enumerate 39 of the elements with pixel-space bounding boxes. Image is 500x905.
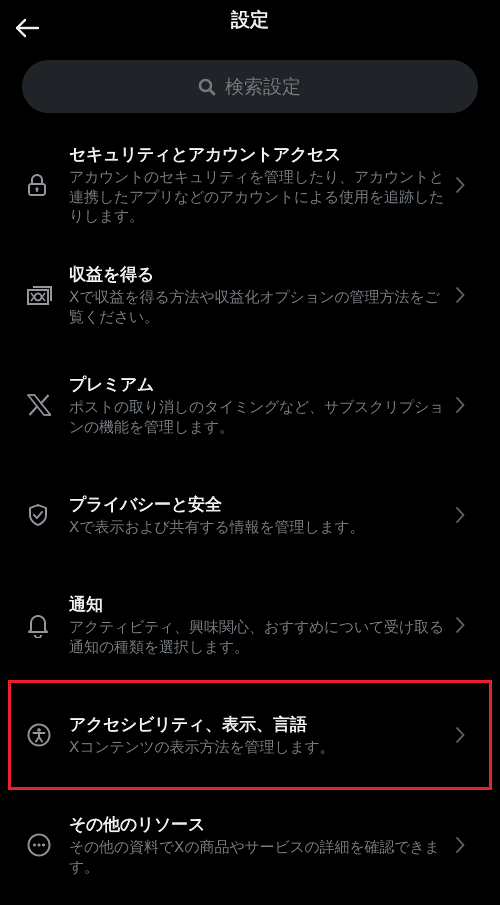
x-logo-icon — [27, 394, 51, 416]
item-title: アクセシビリティ、表示、言語 — [69, 714, 308, 736]
chevron-icon — [455, 286, 465, 304]
more-icon — [27, 833, 51, 857]
item-title: プライバシーと安全 — [69, 494, 223, 516]
item-description: その他の資料でXの商品やサービスの詳細を確認できます。 — [69, 838, 440, 877]
back-arrow-icon[interactable] — [14, 18, 40, 38]
item-description: ポストの取り消しのタイミングなど、サブスクリプションの機能を管理します。 — [69, 398, 445, 437]
settings-item[interactable]: プレミアム ポストの取り消しのタイミングなど、サブスクリプションの機能を管理します。 — [8, 350, 492, 460]
chevron-icon — [455, 396, 465, 414]
settings-item[interactable]: その他のリソース その他の資料でXの商品やサービスの詳細を確認できます。 — [8, 790, 492, 900]
accessibility-icon — [27, 723, 51, 747]
item-description: アクティビティ、興味関心、おすすめについて受け取る通知の種類を選択します。 — [69, 618, 445, 657]
chevron-icon — [455, 176, 465, 194]
settings-item[interactable]: セキュリティとアカウントアクセス アカウントのセキュリティを管理したり、アカウントと連携したアプリなどのアカウントによる使用を追跡したりします。 — [8, 130, 492, 240]
item-description: Xで収益を得る方法や収益化オプションの管理方法をご覧ください。 — [69, 288, 441, 327]
item-title: その他のリソース — [69, 814, 206, 836]
search-icon — [198, 78, 216, 96]
chevron-icon — [455, 726, 465, 744]
lock-icon — [27, 173, 47, 197]
settings-item[interactable]: アクセシビリティ、表示、言語 Xコンテンツの表示方法を管理します。 — [8, 680, 492, 790]
item-description: Xで表示および共有する情報を管理します。 — [69, 518, 366, 538]
item-title: 通知 — [69, 594, 104, 616]
settings-item[interactable]: 通知 アクティビティ、興味関心、おすすめについて受け取る通知の種類を選択します。 — [8, 570, 492, 680]
item-description: アカウントのセキュリティを管理したり、アカウントと連携したアプリなどのアカウントによる使用を追跡したりします。 — [69, 168, 445, 227]
item-description: Xコンテンツの表示方法を管理します。 — [69, 738, 336, 758]
item-title: セキュリティとアカウントアクセス — [69, 144, 342, 166]
settings-item[interactable]: プライバシーと安全 Xで表示および共有する情報を管理します。 — [8, 460, 492, 570]
page-title: 設定 — [231, 8, 269, 33]
search-field[interactable]: 検索設定 — [22, 60, 478, 113]
shield-check-icon — [27, 503, 49, 527]
chevron-icon — [455, 836, 465, 854]
chevron-icon — [455, 616, 465, 634]
settings-item[interactable]: 収益を得る Xで収益を得る方法や収益化オプションの管理方法をご覧ください。 — [8, 240, 492, 350]
item-title: 収益を得る — [69, 264, 155, 286]
chevron-icon — [455, 506, 465, 524]
item-title: プレミアム — [69, 374, 155, 396]
money-icon — [27, 284, 53, 306]
bell-icon — [27, 612, 49, 638]
